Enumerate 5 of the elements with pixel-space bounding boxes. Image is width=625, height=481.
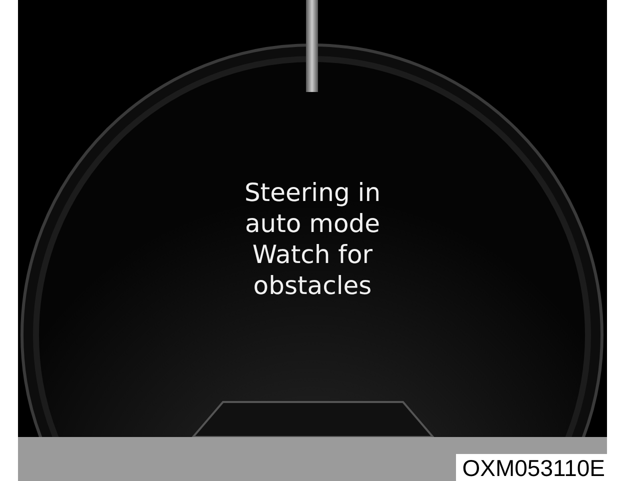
figure-code: OXM053110E: [456, 454, 607, 481]
message-line: Steering in: [244, 176, 381, 208]
message-line: obstacles: [253, 270, 372, 300]
message-line: auto mode: [244, 208, 380, 238]
message-line: Watch for: [252, 238, 373, 270]
